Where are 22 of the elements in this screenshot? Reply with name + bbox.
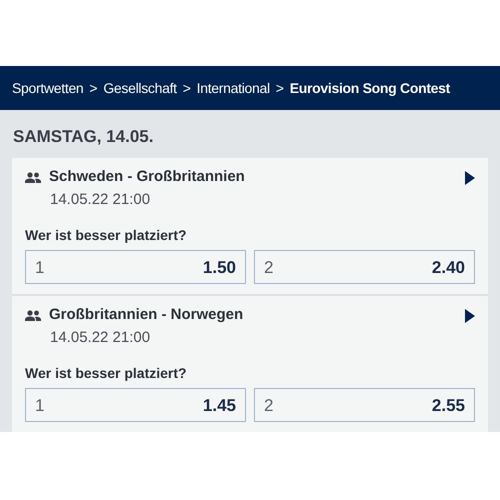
play-arrow-icon[interactable] [465,170,475,185]
odds-button[interactable]: 2 2.55 [254,388,475,422]
breadcrumb-current[interactable]: Eurovision Song Contest [290,78,450,98]
odds-button[interactable]: 1 1.45 [25,388,246,422]
breadcrumb-separator: > [276,78,284,98]
breadcrumb-link[interactable]: Gesellschaft [103,78,177,98]
play-arrow-icon[interactable] [465,308,475,323]
odds-button[interactable]: 1 1.50 [25,250,246,284]
breadcrumb-link[interactable]: Sportwetten [12,78,84,98]
market-label: Wer ist besser platziert? [25,364,188,384]
event-title[interactable]: Schweden - Großbritannien [49,166,245,189]
event-time: 14.05.22 21:00 [49,190,152,210]
odds-button[interactable]: 2 2.40 [254,250,475,284]
day-heading: SAMSTAG, 14.05. [12,126,154,148]
market-label: Wer ist besser platziert? [25,226,188,246]
breadcrumb-separator: > [182,78,191,98]
breadcrumb-link[interactable]: International [196,78,270,98]
people-icon [25,310,41,322]
event-time: 14.05.22 21:00 [49,328,152,348]
breadcrumb-separator: > [89,78,98,98]
people-icon [25,172,41,184]
event-title[interactable]: Großbritannien - Norwegen [49,304,244,327]
